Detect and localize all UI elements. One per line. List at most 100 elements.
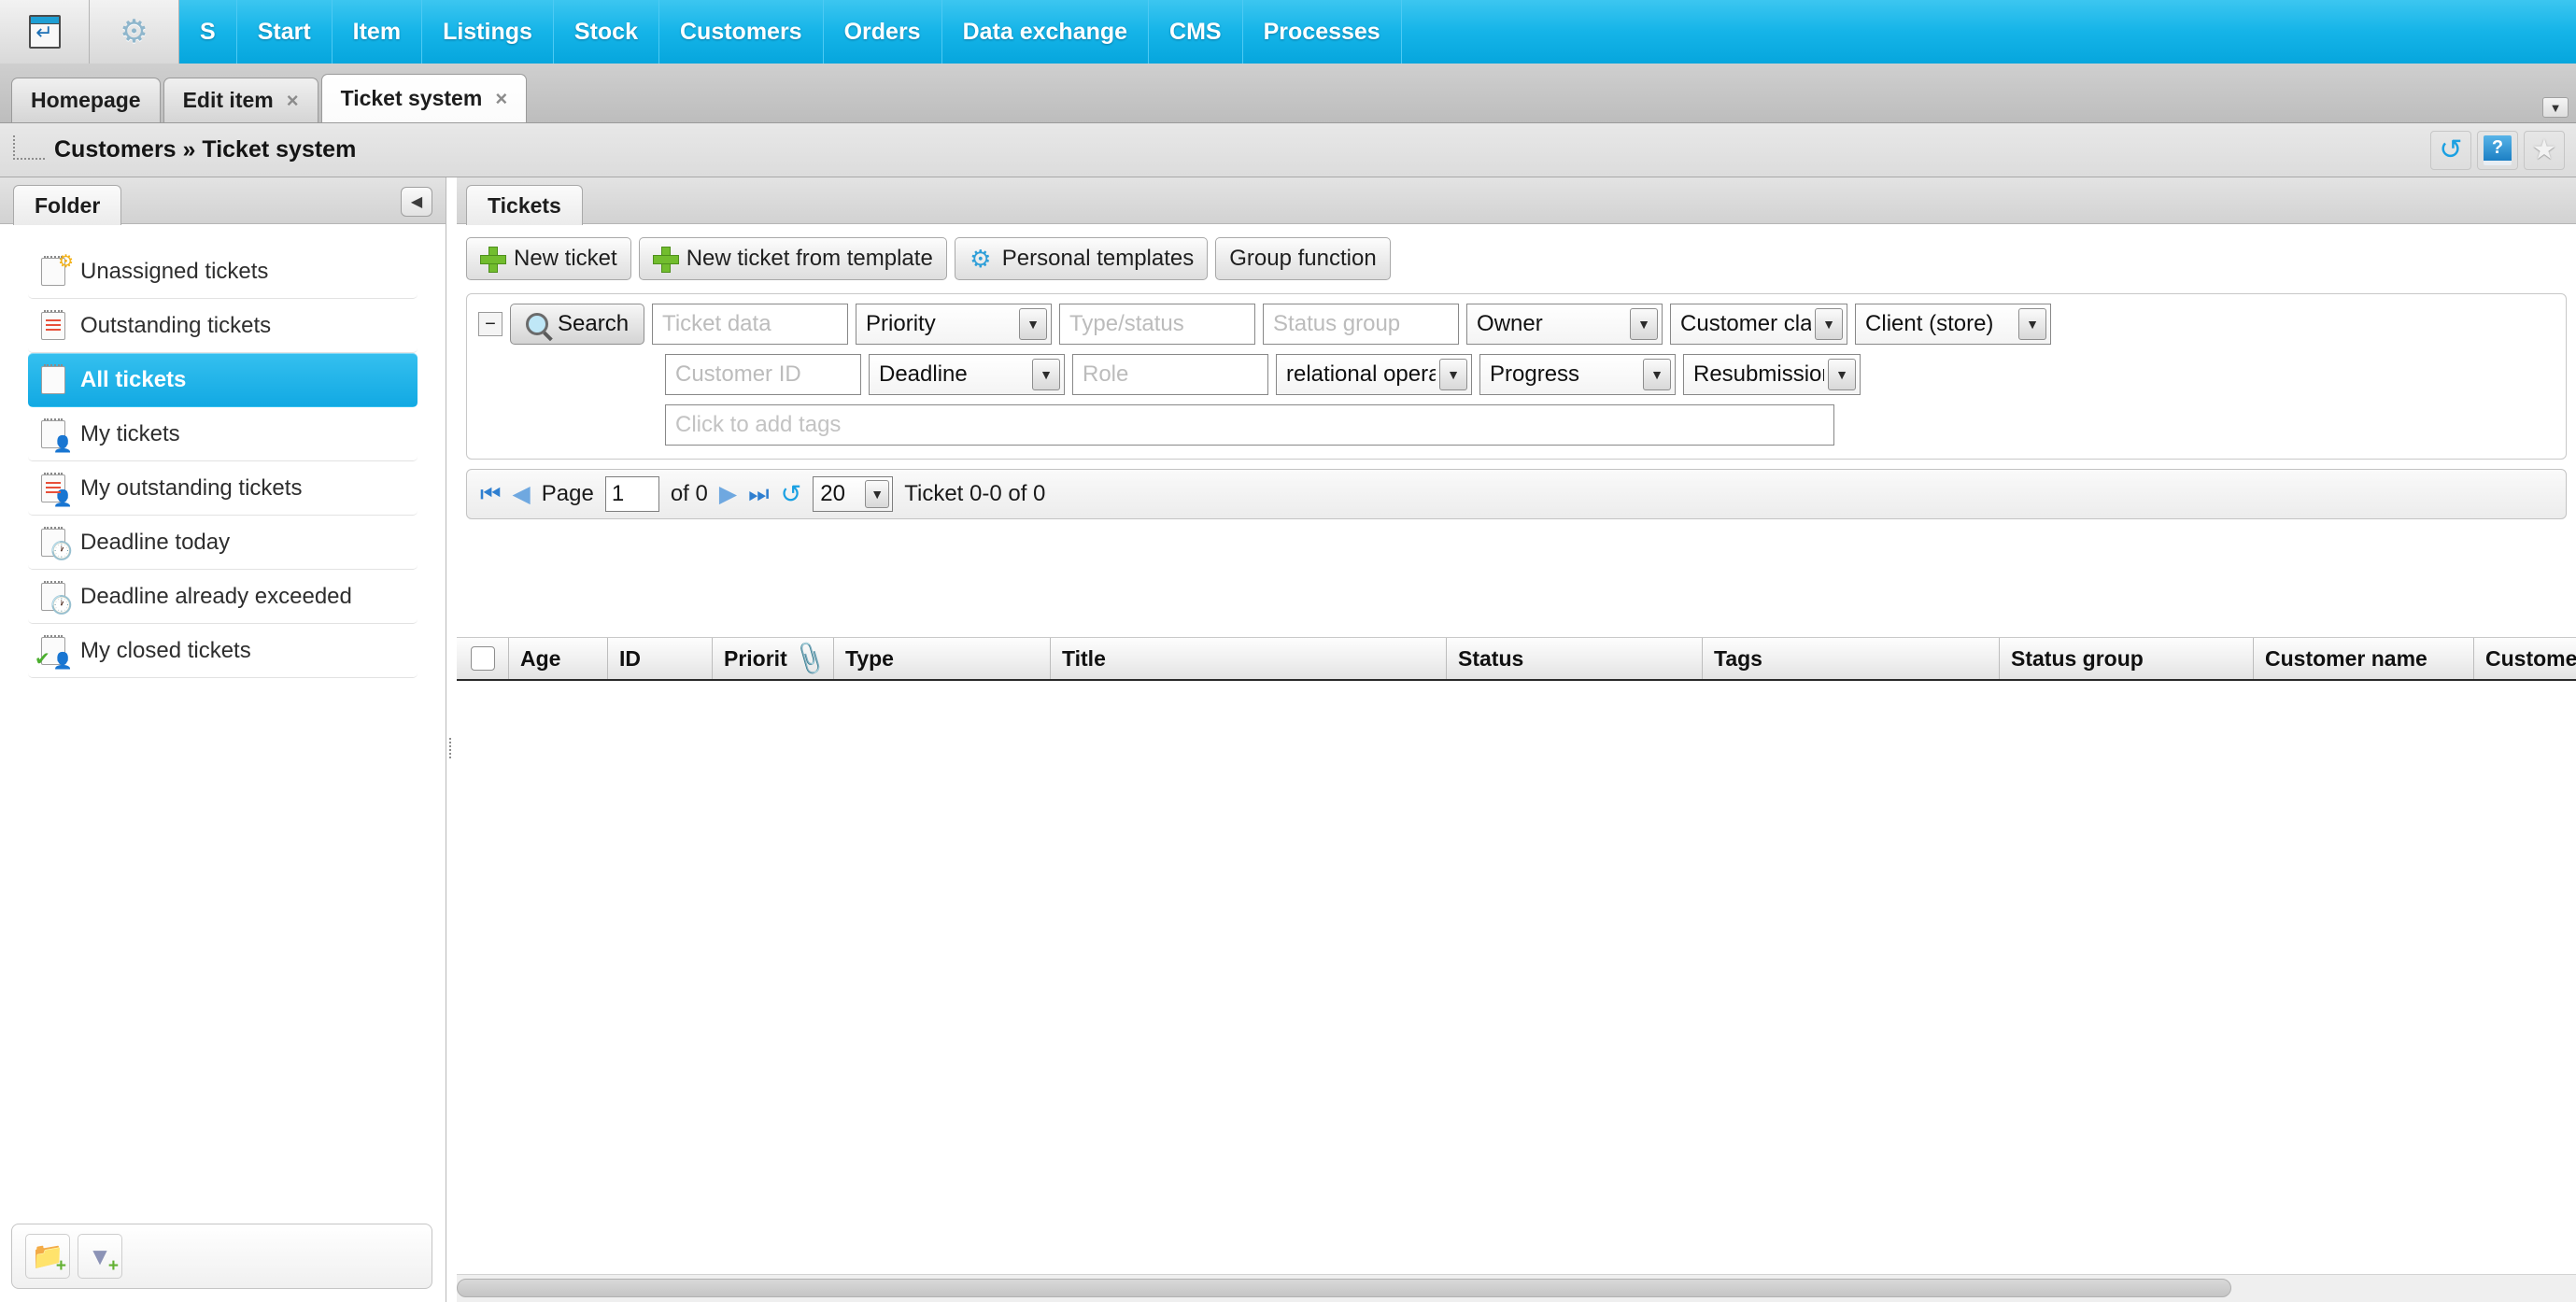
sidebar-item-outstanding-tickets[interactable]: Outstanding tickets (28, 299, 418, 353)
new-ticket-from-template-button[interactable]: New ticket from template (638, 237, 947, 280)
sidebar-item-all-tickets[interactable]: All tickets (28, 353, 418, 407)
role-input[interactable]: Role (1072, 354, 1268, 395)
next-page-button[interactable]: ▶ (719, 482, 737, 506)
personal-templates-button[interactable]: ⚙ Personal templates (954, 237, 1209, 280)
select-all-checkbox[interactable] (457, 638, 509, 679)
tab-folder[interactable]: Folder (13, 185, 122, 225)
collapse-sidebar-button[interactable]: ◀ (401, 187, 432, 217)
search-button[interactable]: Search (510, 304, 645, 345)
page-size-select[interactable]: 20 ▼ (813, 476, 894, 512)
resubmission-select[interactable]: Resubmission ▼ (1683, 354, 1861, 395)
refresh-button[interactable]: ↺ (2430, 131, 2471, 170)
chevron-down-icon: ▼ (1019, 308, 1048, 340)
search-filter-row-3: Click to add tags (478, 404, 2555, 446)
column-title[interactable]: Title (1051, 638, 1447, 679)
page-number-input[interactable]: 1 (604, 476, 659, 512)
refresh-icon[interactable]: ↺ (781, 481, 802, 507)
folder-list: ⚙ Unassigned tickets Outstanding tickets… (0, 224, 446, 678)
tags-input[interactable]: Click to add tags (665, 404, 1834, 446)
gear-icon: ⚙ (970, 245, 992, 273)
sidebar-item-unassigned-tickets[interactable]: ⚙ Unassigned tickets (28, 245, 418, 299)
paperclip-icon: 📎 (790, 639, 830, 678)
column-age[interactable]: Age (509, 638, 608, 679)
menu-item-orders[interactable]: Orders (824, 0, 942, 64)
column-type[interactable]: Type (834, 638, 1051, 679)
search-filter-row-2: Customer ID Deadline ▼ Role relational o… (478, 354, 2555, 395)
first-page-button[interactable]: ⏮ (480, 482, 502, 506)
owner-select[interactable]: Owner ▼ (1466, 304, 1663, 345)
sidebar-item-my-outstanding-tickets[interactable]: 👤 My outstanding tickets (28, 461, 418, 516)
menu-item-s[interactable]: S (179, 0, 237, 64)
add-filter-button[interactable]: ▼ + (78, 1234, 122, 1279)
sidebar-item-my-tickets[interactable]: 👤 My tickets (28, 407, 418, 461)
favorite-button[interactable]: ★ (2524, 131, 2565, 170)
menu-item-customers[interactable]: Customers (659, 0, 824, 64)
menu-item-data-exchange[interactable]: Data exchange (942, 0, 1150, 64)
column-tags[interactable]: Tags (1703, 638, 2000, 679)
chevron-down-icon[interactable]: ▼ (2542, 97, 2569, 118)
menu-item-processes[interactable]: Processes (1243, 0, 1402, 64)
sidebar-splitter[interactable] (446, 177, 456, 1302)
relational-operator-select[interactable]: relational operator ▼ (1276, 354, 1472, 395)
sidebar-item-label: Unassigned tickets (80, 258, 269, 284)
sidebar-item-my-closed-tickets[interactable]: ✔ 👤 My closed tickets (28, 624, 418, 678)
menu-item-listings[interactable]: Listings (422, 0, 554, 64)
status-group-input[interactable]: Status group (1263, 304, 1460, 345)
customer-id-input[interactable]: Customer ID (665, 354, 861, 395)
column-customer[interactable]: Customer (2474, 638, 2576, 679)
sidebar-item-deadline-today[interactable]: 🕐 Deadline today (28, 516, 418, 570)
menu-item-start[interactable]: Start (237, 0, 333, 64)
tab-edit-item[interactable]: Edit item × (163, 78, 318, 122)
menu-item-stock[interactable]: Stock (554, 0, 659, 64)
tab-homepage[interactable]: Homepage (11, 78, 161, 122)
help-button[interactable]: ? (2477, 131, 2518, 170)
column-status[interactable]: Status (1447, 638, 1703, 679)
column-attachment[interactable]: 📎 (787, 638, 834, 679)
tab-edit-item-label: Edit item (182, 88, 274, 112)
progress-select[interactable]: Progress ▼ (1479, 354, 1676, 395)
new-ticket-button[interactable]: New ticket (466, 237, 631, 280)
refresh-icon: ↺ (2439, 134, 2463, 165)
priority-select[interactable]: Priority ▼ (856, 304, 1053, 345)
search-filter-panel: − Search Ticket data Priority ▼ Type/sta… (466, 293, 2567, 460)
client-store-select[interactable]: Client (store) ▼ (1855, 304, 2052, 345)
close-icon[interactable]: × (287, 89, 299, 113)
gear-icon: ⚙ (120, 14, 149, 50)
settings-button[interactable]: ⚙ (90, 0, 179, 64)
help-icon: ? (2484, 135, 2512, 165)
chevron-down-icon: ▼ (865, 480, 890, 508)
close-icon[interactable]: × (495, 87, 507, 111)
previous-page-button[interactable]: ◀ (513, 482, 531, 506)
last-page-button[interactable]: ⏭ (748, 482, 770, 506)
checkbox-icon (470, 646, 495, 671)
column-priority[interactable]: Priority (713, 638, 787, 679)
customer-class-select[interactable]: Customer class ▼ (1670, 304, 1848, 345)
tab-strip: Homepage Edit item × Ticket system × ▼ (0, 64, 2576, 123)
page-total-label: of 0 (670, 481, 708, 506)
tab-ticket-system[interactable]: Ticket system × (320, 74, 528, 122)
horizontal-scrollbar-thumb[interactable] (457, 1279, 2231, 1297)
chevron-down-icon: ▼ (1643, 359, 1671, 390)
ticket-data-input[interactable]: Ticket data (652, 304, 849, 345)
collapse-search-toggle[interactable]: − (478, 312, 502, 336)
horizontal-scrollbar[interactable] (457, 1274, 2576, 1302)
new-ticket-from-template-label: New ticket from template (686, 246, 933, 271)
note-user-icon: 👤 (41, 417, 73, 452)
column-id[interactable]: ID (608, 638, 713, 679)
type-status-input[interactable]: Type/status (1059, 304, 1256, 345)
group-function-button[interactable]: Group function (1215, 237, 1391, 280)
sidebar-item-deadline-exceeded[interactable]: 🕐 Deadline already exceeded (28, 570, 418, 624)
tree-connector-icon (13, 134, 45, 160)
menu-item-cms[interactable]: CMS (1149, 0, 1243, 64)
sidebar-footer: 📁 + ▼ + (11, 1224, 432, 1289)
sidebar-item-label: Outstanding tickets (80, 312, 272, 338)
column-customer-name[interactable]: Customer name (2254, 638, 2474, 679)
page-size-value: 20 (820, 481, 845, 506)
tab-list: Homepage Edit item × Ticket system × (11, 74, 530, 122)
add-folder-button[interactable]: 📁 + (25, 1234, 70, 1279)
deadline-select[interactable]: Deadline ▼ (869, 354, 1065, 395)
column-status-group[interactable]: Status group (2000, 638, 2254, 679)
tab-tickets[interactable]: Tickets (466, 185, 583, 225)
window-restore-button[interactable] (0, 0, 90, 64)
menu-item-item[interactable]: Item (333, 0, 423, 64)
